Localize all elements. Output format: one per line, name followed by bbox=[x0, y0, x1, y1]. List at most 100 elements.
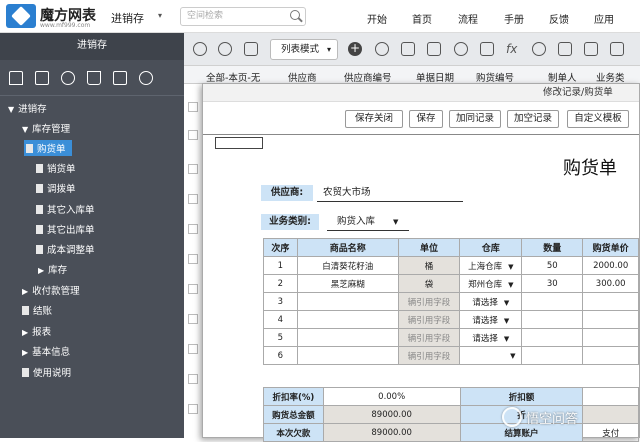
quantity-input[interactable] bbox=[521, 292, 584, 311]
search-icon[interactable] bbox=[193, 42, 207, 56]
add-icon[interactable]: + bbox=[348, 42, 362, 56]
database-icon[interactable] bbox=[139, 71, 153, 85]
grid-col-creator[interactable]: 制单人 bbox=[548, 70, 577, 84]
nav-home[interactable]: 首页 bbox=[412, 11, 432, 26]
product-name-cell[interactable]: 黑芝麻糊 bbox=[296, 274, 399, 293]
tree-item-other-inbound[interactable]: 其它入库单 bbox=[36, 202, 95, 216]
warehouse-select[interactable]: 请选择 ▼ bbox=[459, 310, 523, 329]
row-checkbox[interactable] bbox=[188, 374, 198, 384]
quantity-input[interactable]: 50 bbox=[521, 256, 584, 275]
search-icon[interactable] bbox=[290, 10, 300, 20]
row-checkbox[interactable] bbox=[188, 194, 198, 204]
nav-start[interactable]: 开始 bbox=[367, 11, 387, 26]
row-checkbox[interactable] bbox=[188, 344, 198, 354]
info-icon[interactable] bbox=[61, 71, 75, 85]
edit-icon[interactable] bbox=[35, 71, 49, 85]
delete-icon[interactable] bbox=[401, 42, 415, 56]
unit-price-input[interactable] bbox=[582, 310, 639, 329]
row-checkbox[interactable] bbox=[188, 404, 198, 414]
product-name-cell[interactable] bbox=[296, 328, 399, 347]
grid-col-supplier[interactable]: 供应商 bbox=[288, 70, 317, 84]
share-icon[interactable] bbox=[532, 42, 546, 56]
custom-template-button[interactable]: 自定义模板 bbox=[567, 110, 629, 128]
quantity-input[interactable]: 30 bbox=[521, 274, 584, 293]
tree-item-manual[interactable]: 使用说明 bbox=[22, 365, 71, 379]
trash-icon[interactable] bbox=[87, 71, 101, 85]
tree-node-inventory[interactable]: ▶ 库存 bbox=[38, 262, 67, 276]
row-checkbox[interactable] bbox=[188, 130, 198, 140]
unit-price-input[interactable] bbox=[582, 346, 639, 365]
print-icon[interactable] bbox=[427, 42, 441, 56]
warehouse-select[interactable]: 上海仓库 ▼ bbox=[459, 256, 523, 275]
refresh-icon[interactable] bbox=[218, 42, 232, 56]
nav-apps[interactable]: 应用 bbox=[594, 11, 614, 26]
tree-node-reports[interactable]: ▶ 报表 bbox=[22, 324, 51, 338]
nav-manual[interactable]: 手册 bbox=[504, 11, 524, 26]
product-name-cell[interactable]: 白清葵花籽油 bbox=[296, 256, 399, 275]
tree-item-other-outbound[interactable]: 其它出库单 bbox=[36, 222, 95, 236]
row-checkbox[interactable] bbox=[188, 102, 198, 112]
quantity-input[interactable] bbox=[521, 310, 584, 329]
excel-icon[interactable] bbox=[558, 42, 572, 56]
tree-item-purchase-order[interactable]: 购货单 bbox=[24, 140, 72, 156]
grid-col-purchase-no[interactable]: 购货编号 bbox=[476, 70, 514, 84]
formula-icon[interactable]: fx bbox=[506, 42, 520, 56]
quantity-input[interactable] bbox=[521, 346, 584, 365]
unit-price-input[interactable] bbox=[582, 292, 639, 311]
save-close-button[interactable]: 保存关闭 bbox=[345, 110, 403, 128]
add-empty-record-button[interactable]: 加空记录 bbox=[507, 110, 559, 128]
row-seq: 2 bbox=[263, 274, 298, 293]
product-name-cell[interactable] bbox=[296, 292, 399, 311]
tree-item-settlement[interactable]: 结账 bbox=[22, 303, 52, 317]
tree-item-cost-adjustment[interactable]: 成本调整单 bbox=[36, 242, 95, 256]
logo-icon[interactable] bbox=[6, 4, 36, 28]
nav-workflow[interactable]: 流程 bbox=[458, 11, 478, 26]
quantity-input[interactable] bbox=[521, 328, 584, 347]
settings-icon[interactable] bbox=[610, 42, 624, 56]
product-name-cell[interactable] bbox=[296, 346, 399, 365]
unit-price-input[interactable]: 2000.00 bbox=[582, 256, 639, 275]
row-checkbox[interactable] bbox=[188, 284, 198, 294]
save-button[interactable]: 保存 bbox=[409, 110, 443, 128]
dialog-title: 修改记录/购货单 bbox=[203, 84, 639, 102]
tree-node-basic-info[interactable]: ▶ 基本信息 bbox=[22, 344, 70, 358]
unit-price-input[interactable]: 300.00 bbox=[582, 274, 639, 293]
row-checkbox[interactable] bbox=[188, 314, 198, 324]
warehouse-select[interactable]: 请选择 ▼ bbox=[459, 292, 523, 311]
warehouse-select[interactable]: 郑州仓库 ▼ bbox=[459, 274, 523, 293]
copy-icon[interactable] bbox=[375, 42, 389, 56]
grid-select-scope[interactable]: 全部-本页-无 bbox=[206, 70, 260, 84]
supplier-value[interactable]: 农贸大市场 bbox=[323, 185, 371, 201]
warehouse-select[interactable]: 请选择 ▼ bbox=[459, 328, 523, 347]
nav-feedback[interactable]: 反馈 bbox=[549, 11, 569, 26]
grid-col-supplier-no[interactable]: 供应商编号 bbox=[344, 70, 392, 84]
discount-rate-value[interactable]: 0.00% bbox=[322, 387, 461, 406]
home-icon[interactable] bbox=[9, 71, 23, 85]
export-icon[interactable] bbox=[480, 42, 494, 56]
grid-col-date[interactable]: 单据日期 bbox=[416, 70, 454, 84]
tree-node-inventory-mgmt[interactable]: ▼ 库存管理 bbox=[22, 121, 70, 135]
row-checkbox[interactable] bbox=[188, 254, 198, 264]
warehouse-select[interactable]: ▼ bbox=[459, 346, 523, 365]
biz-type-select[interactable]: 购货入库 ▼ bbox=[337, 214, 398, 230]
tree-item-transfer-order[interactable]: 调拨单 bbox=[36, 181, 76, 195]
row-checkbox[interactable] bbox=[188, 164, 198, 174]
export-icon[interactable] bbox=[113, 71, 127, 85]
chevron-down-icon[interactable]: ▾ bbox=[158, 11, 162, 20]
chart-icon[interactable] bbox=[584, 42, 598, 56]
tree-node-payments[interactable]: ▶ 收付款管理 bbox=[22, 283, 80, 297]
add-same-record-button[interactable]: 加同记录 bbox=[449, 110, 501, 128]
row-checkbox[interactable] bbox=[188, 224, 198, 234]
unit-price-input[interactable] bbox=[582, 328, 639, 347]
discount-amount-value[interactable] bbox=[582, 387, 639, 406]
import-icon[interactable] bbox=[454, 42, 468, 56]
product-name-cell[interactable] bbox=[296, 310, 399, 329]
grid-col-biz-type[interactable]: 业务类 bbox=[596, 70, 625, 84]
tree-node-root[interactable]: ▼ 进销存 bbox=[8, 101, 47, 115]
app-switcher[interactable]: 进销存 bbox=[111, 10, 144, 26]
table-row: 1 白清葵花籽油 桶 上海仓库 ▼ 50 2000.00 bbox=[263, 256, 639, 275]
tree-item-sales-order[interactable]: 销货单 bbox=[36, 161, 76, 175]
column-settings-icon[interactable] bbox=[244, 42, 258, 56]
search-input[interactable]: 空间检索 bbox=[180, 7, 306, 26]
list-mode-select[interactable]: 列表模式 ▾ bbox=[270, 39, 338, 60]
